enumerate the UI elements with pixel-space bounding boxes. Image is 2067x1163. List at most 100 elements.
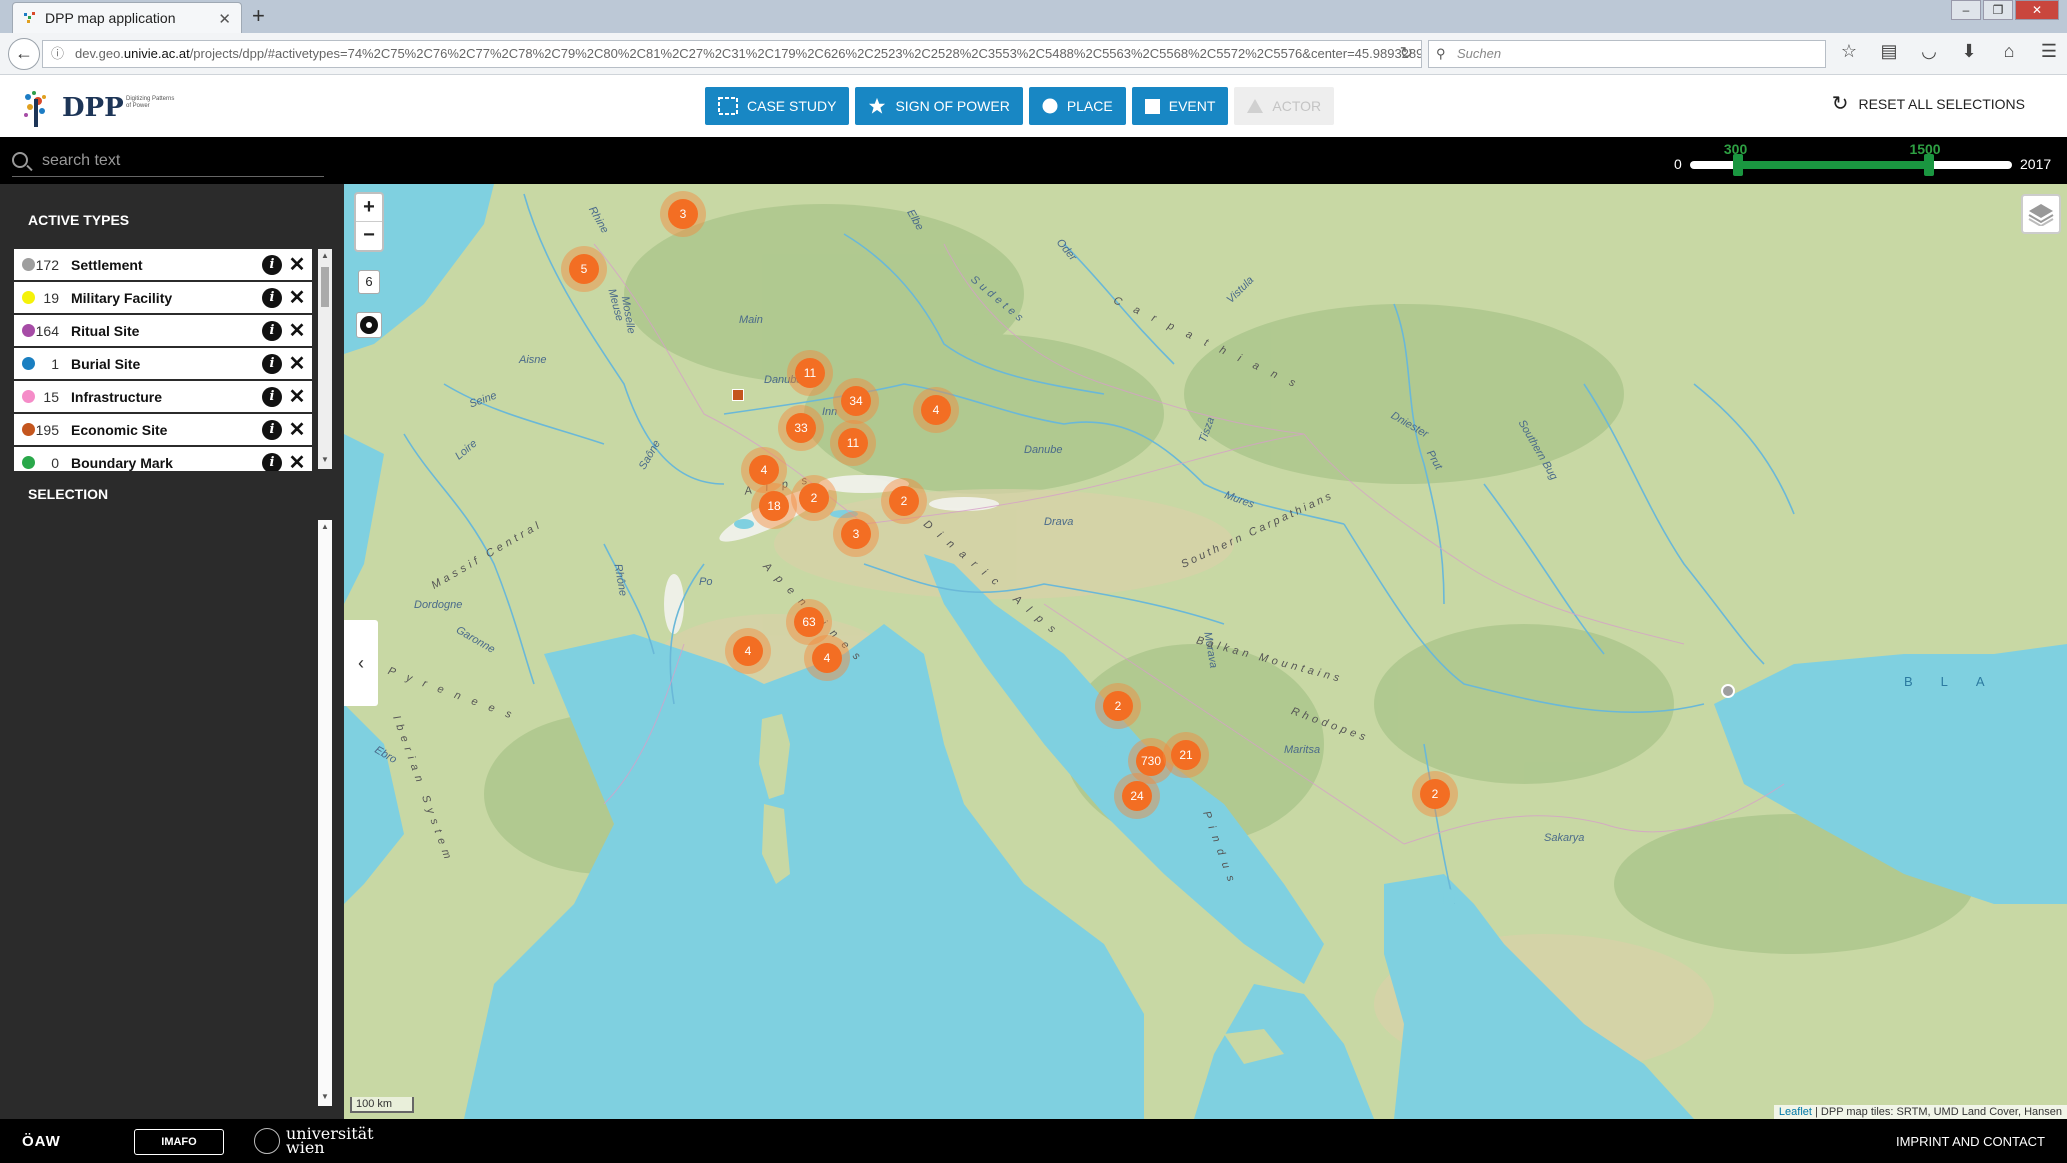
cluster-count: 34 — [841, 386, 871, 416]
restore-icon[interactable]: ❐ — [1983, 0, 2013, 20]
cluster-marker[interactable]: 21 — [1163, 732, 1209, 778]
reload-icon[interactable]: ↻ — [1400, 41, 1413, 67]
remove-icon[interactable]: ✕ — [282, 417, 312, 442]
map-scale-bar: 100 km — [350, 1097, 414, 1113]
timeline-slider[interactable]: 0 300 1500 2017 — [1670, 137, 2067, 184]
scroll-down-icon[interactable]: ▼ — [318, 455, 332, 467]
scroll-up-icon[interactable]: ▲ — [318, 251, 332, 263]
browser-tab[interactable]: DPP map application ✕ — [12, 2, 242, 33]
window-close-icon[interactable]: ✕ — [2015, 0, 2059, 20]
timeline-start-handle[interactable] — [1732, 154, 1743, 176]
download-icon[interactable]: ⬇ — [1956, 41, 1982, 62]
home-icon[interactable]: ⌂ — [1996, 41, 2022, 62]
browser-search-input[interactable]: ⚲ Suchen — [1428, 40, 1826, 68]
type-row-boundary-mark[interactable]: 0 Boundary Mark i ✕ — [14, 447, 312, 471]
cluster-marker[interactable]: 11 — [830, 420, 876, 466]
search-input[interactable]: search text — [12, 150, 324, 177]
imprint-link[interactable]: IMPRINT AND CONTACT — [1896, 1134, 2045, 1149]
cluster-marker[interactable]: 2 — [791, 475, 837, 521]
cluster-marker[interactable]: 5 — [561, 246, 607, 292]
type-color-dot — [22, 324, 35, 337]
leaflet-link[interactable]: Leaflet — [1779, 1106, 1812, 1118]
minimize-icon[interactable]: – — [1951, 0, 1981, 20]
cluster-marker[interactable]: 4 — [913, 387, 959, 433]
case-study-button[interactable]: CASE STUDY — [705, 87, 850, 125]
filter-button-row: CASE STUDY SIGN OF POWER PLACE EVENT ACT… — [705, 87, 1335, 125]
refresh-icon: ↻ — [1831, 93, 1849, 115]
cluster-marker[interactable]: 4 — [804, 635, 850, 681]
map-view[interactable]: Rhine Main Danube Elbe Oder Vistula Sein… — [344, 184, 2067, 1119]
map-label: Drava — [1044, 516, 1074, 528]
info-icon[interactable]: i — [262, 287, 282, 308]
timeline-end-handle[interactable] — [1924, 154, 1935, 176]
cluster-marker[interactable]: 3 — [833, 511, 879, 557]
timeline-min: 0 — [1674, 156, 1682, 172]
cluster-marker[interactable]: 4 — [725, 628, 771, 674]
layers-button[interactable] — [2021, 194, 2061, 234]
sign-of-power-button[interactable]: SIGN OF POWER — [855, 87, 1023, 125]
type-row-economic-site[interactable]: 195 Economic Site i ✕ — [14, 414, 312, 445]
type-row-burial-site[interactable]: 1 Burial Site i ✕ — [14, 348, 312, 379]
pocket-icon[interactable]: ◡ — [1916, 41, 1942, 62]
event-marker[interactable] — [732, 389, 744, 401]
type-row-ritual-site[interactable]: 164 Ritual Site i ✕ — [14, 315, 312, 346]
info-icon[interactable]: ⓘ — [51, 41, 64, 67]
remove-icon[interactable]: ✕ — [282, 285, 312, 310]
cluster-marker[interactable]: 2 — [1412, 771, 1458, 817]
zoom-out-button[interactable]: − — [356, 222, 382, 250]
dpp-logo-mark-icon — [24, 91, 46, 127]
collapse-sidebar-button[interactable]: ‹ — [344, 620, 378, 706]
info-icon[interactable]: i — [262, 353, 282, 374]
scroll-down-icon[interactable]: ▼ — [318, 1092, 332, 1104]
event-label: EVENT — [1168, 98, 1216, 114]
remove-icon[interactable]: ✕ — [282, 252, 312, 277]
cluster-marker[interactable]: 33 — [778, 405, 824, 451]
type-row-infrastructure[interactable]: 15 Infrastructure i ✕ — [14, 381, 312, 412]
scroll-up-icon[interactable]: ▲ — [318, 522, 332, 534]
radius-select-button[interactable] — [356, 312, 382, 338]
cluster-marker[interactable]: 2 — [881, 478, 927, 524]
info-icon[interactable]: i — [262, 320, 282, 341]
actor-button[interactable]: ACTOR — [1234, 87, 1335, 125]
remove-icon[interactable]: ✕ — [282, 450, 312, 471]
remove-icon[interactable]: ✕ — [282, 318, 312, 343]
place-button[interactable]: PLACE — [1028, 87, 1126, 125]
info-icon[interactable]: i — [262, 386, 282, 407]
timeline-from-label: 300 — [1723, 141, 1748, 157]
back-icon[interactable]: ← — [8, 38, 40, 70]
info-icon[interactable]: i — [262, 254, 282, 275]
close-tab-icon[interactable]: ✕ — [218, 10, 231, 28]
remove-icon[interactable]: ✕ — [282, 351, 312, 376]
type-row-military-facility[interactable]: 19 Military Facility i ✕ — [14, 282, 312, 313]
settlement-marker[interactable] — [1721, 684, 1735, 698]
menu-icon[interactable]: ☰ — [2036, 41, 2062, 62]
reading-list-icon[interactable]: ▤ — [1876, 41, 1902, 62]
cluster-marker[interactable]: 24 — [1114, 773, 1160, 819]
remove-icon[interactable]: ✕ — [282, 384, 312, 409]
info-icon[interactable]: i — [262, 419, 282, 440]
info-icon[interactable]: i — [262, 452, 282, 471]
event-button[interactable]: EVENT — [1131, 87, 1229, 125]
cluster-marker[interactable]: 11 — [787, 350, 833, 396]
cluster-marker[interactable]: 3 — [660, 191, 706, 237]
type-color-dot — [22, 291, 35, 304]
url-prefix: dev.geo. — [75, 46, 124, 61]
selection-scrollbar[interactable]: ▲ ▼ — [318, 520, 332, 1106]
address-bar[interactable]: ⓘ dev.geo.univie.ac.at/projects/dpp/#act… — [42, 40, 1422, 68]
cluster-marker[interactable]: 34 — [833, 378, 879, 424]
reset-all-selections-button[interactable]: ↻ RESET ALL SELECTIONS — [1831, 93, 2025, 115]
browser-tab-bar: DPP map application ✕ + – ❐ ✕ — [0, 0, 2067, 33]
zoom-in-button[interactable]: + — [356, 194, 382, 222]
type-count: 15 — [43, 388, 59, 405]
type-row-settlement[interactable]: 172 Settlement i ✕ — [14, 249, 312, 280]
oeaw-logo[interactable]: ÖAW — [22, 1133, 61, 1150]
bookmark-star-icon[interactable]: ☆ — [1836, 41, 1862, 62]
cluster-marker[interactable]: 18 — [751, 483, 797, 529]
dpp-logo[interactable]: DPP Digitizing Patterns of Power — [14, 85, 174, 131]
scrollbar-thumb[interactable] — [321, 267, 329, 307]
cluster-marker[interactable]: 2 — [1095, 683, 1141, 729]
search-timeline-bar: search text 0 300 1500 2017 — [0, 137, 2067, 184]
imafo-logo[interactable]: IMAFO — [134, 1129, 224, 1155]
new-tab-icon[interactable]: + — [252, 3, 265, 29]
types-scrollbar[interactable]: ▲ ▼ — [318, 249, 332, 469]
